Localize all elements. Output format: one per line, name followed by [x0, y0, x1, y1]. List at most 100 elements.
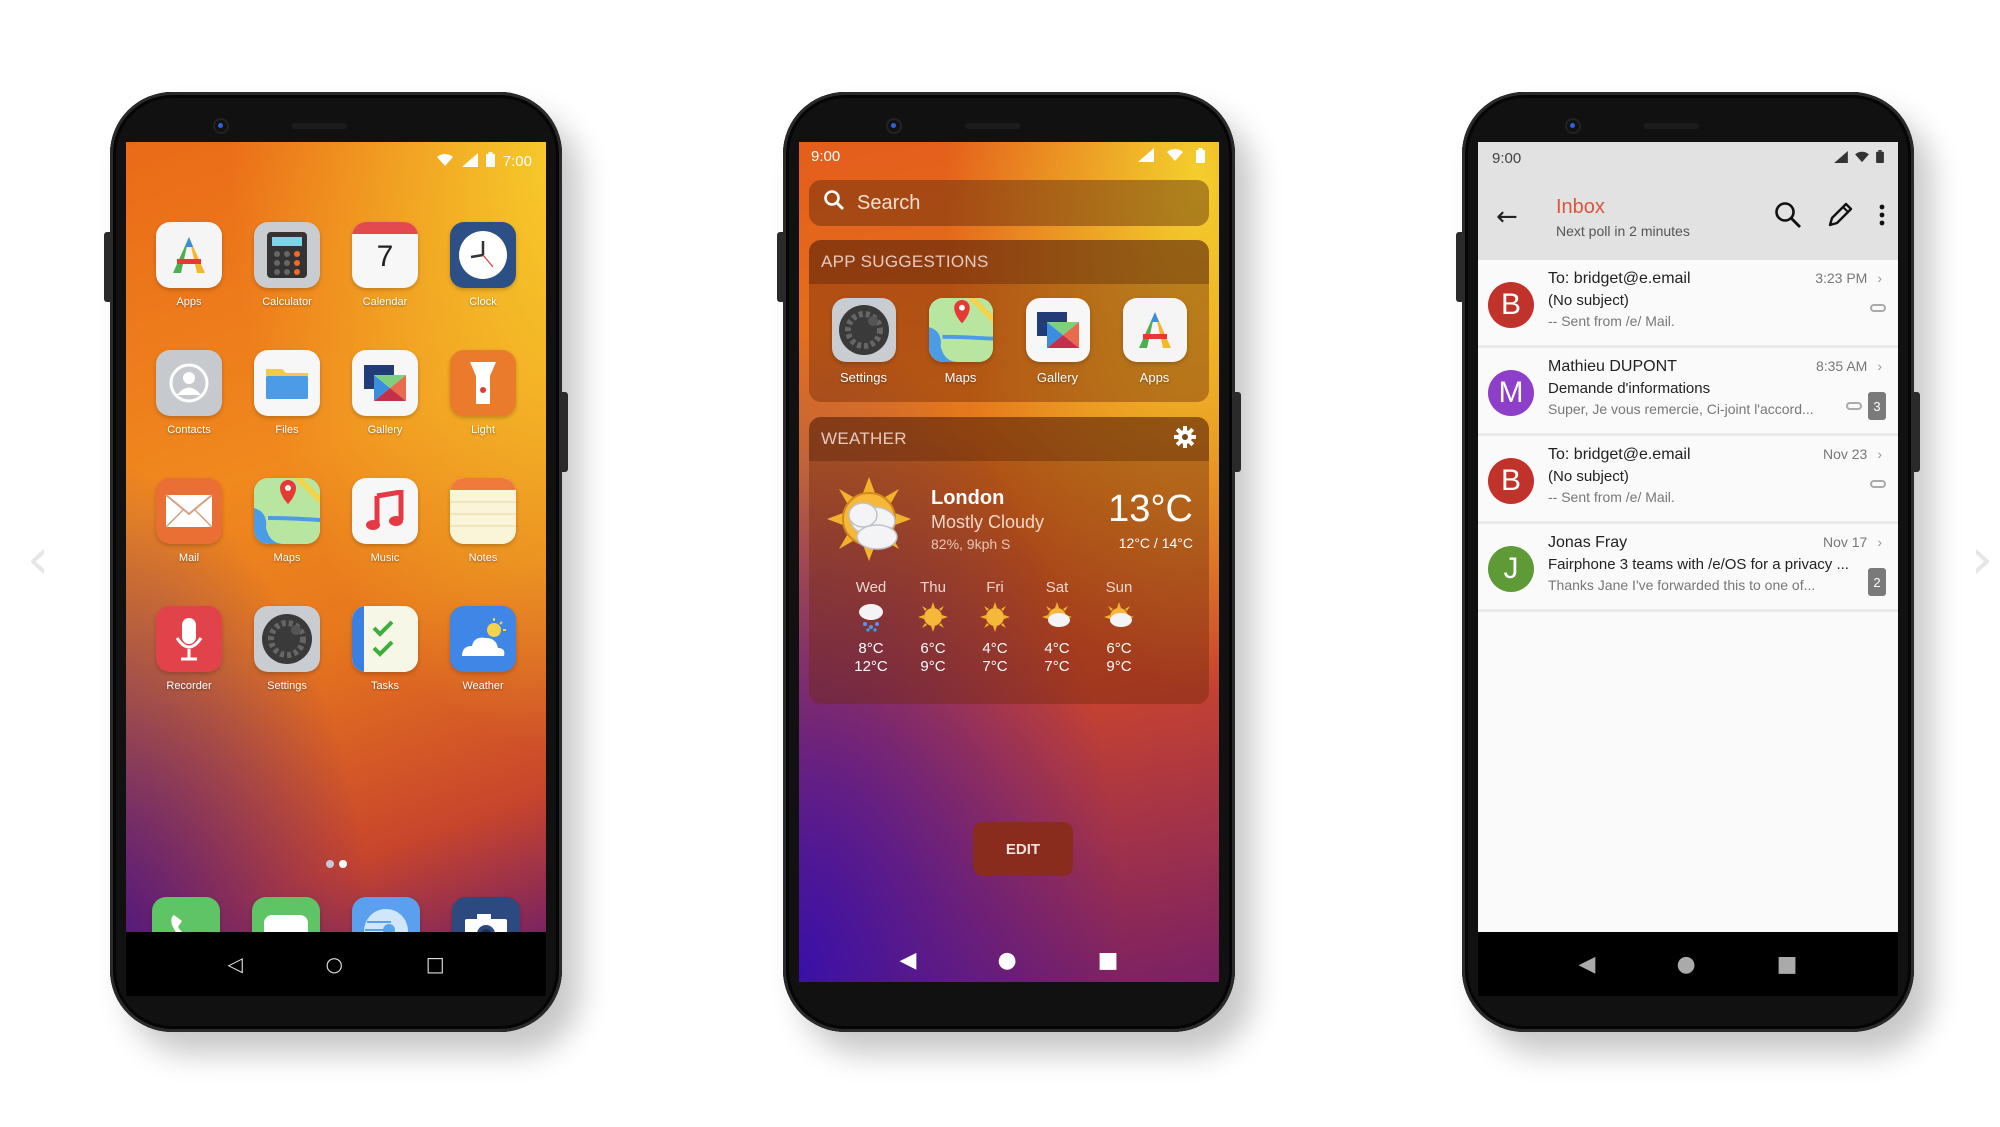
edit-button[interactable]: EDIT [973, 822, 1073, 876]
page-dot[interactable] [338, 860, 347, 868]
message-flags: 3 [1846, 392, 1886, 420]
app-label: Light [471, 424, 495, 436]
microphone-icon [156, 606, 222, 672]
weather-humidity-wind: 82%, 9kph S [931, 535, 1011, 552]
app-weather[interactable]: Weather [434, 606, 532, 692]
message-sender: To: bridget@e.email [1548, 270, 1691, 287]
app-tasks[interactable]: Tasks [336, 606, 434, 692]
signal-icon [1138, 148, 1154, 167]
message-date: Nov 23 [1822, 446, 1868, 462]
navigation-bar: ◀ ● ■ [799, 928, 1219, 982]
search-input[interactable]: Search [809, 180, 1209, 226]
app-label: Gallery [367, 424, 403, 436]
app-clock[interactable]: Clock [434, 222, 532, 308]
home-button[interactable]: ○ [326, 952, 343, 976]
music-icon [352, 478, 418, 544]
gear-icon[interactable] [1173, 425, 1197, 454]
home-button[interactable]: ● [1676, 952, 1695, 977]
messages-icon [252, 897, 320, 932]
message-date: 8:35 AM [1815, 358, 1868, 374]
app-light[interactable]: Light [434, 350, 532, 436]
app-calendar[interactable]: 7 Calendar [336, 222, 434, 308]
app-gallery[interactable]: Gallery [1025, 298, 1090, 385]
app-apps[interactable]: Apps [1122, 298, 1187, 385]
message-row[interactable]: B To: bridget@e.email 3:23 PM › (No subje… [1478, 260, 1898, 348]
app-browser[interactable] [352, 897, 420, 932]
thread-count-badge: 3 [1868, 392, 1886, 420]
attachment-icon [1870, 480, 1886, 488]
widget-header: APP SUGGESTIONS [809, 240, 1209, 284]
app-mail[interactable]: Mail [140, 478, 238, 564]
message-row[interactable]: B To: bridget@e.email Nov 23 › (No subjec… [1478, 436, 1898, 524]
app-recorder[interactable]: Recorder [140, 606, 238, 692]
thread-count-badge: 2 [1868, 568, 1886, 596]
chevron-right-icon: › [1877, 446, 1882, 462]
forecast-day-label: Thu [920, 579, 946, 596]
recents-button[interactable]: ■ [1098, 948, 1119, 973]
app-maps[interactable]: Maps [238, 478, 336, 564]
recents-button[interactable]: ■ [1777, 952, 1798, 977]
lte-signal-icon [461, 152, 478, 171]
maps-icon [928, 298, 993, 362]
app-label: Calendar [362, 296, 408, 308]
current-weather: London Mostly Cloudy 82%, 9kph S 13°C 12… [809, 461, 1209, 569]
gallery-icon [1025, 298, 1090, 362]
message-date-wrap: 8:35 AM › [1816, 358, 1882, 374]
front-camera [1567, 120, 1579, 132]
back-button[interactable]: ◁ [227, 952, 242, 976]
back-arrow-icon[interactable]: ← [1496, 202, 1548, 232]
calculator-icon [254, 222, 320, 288]
forecast-day: Wed 8°C 12°C [853, 579, 889, 676]
page-dot[interactable] [325, 860, 334, 868]
back-button[interactable]: ◀ [1579, 952, 1596, 977]
app-label: Apps [176, 296, 202, 308]
app-notes[interactable]: Notes [434, 478, 532, 564]
forecast-day-label: Wed [855, 579, 887, 596]
avatar: B [1488, 458, 1534, 504]
app-files[interactable]: Files [238, 350, 336, 436]
forecast-low: 6°C [920, 640, 946, 657]
app-settings[interactable]: Settings [238, 606, 336, 692]
home-button[interactable]: ● [997, 948, 1016, 973]
carousel-prev-button[interactable]: ‹ [18, 532, 58, 588]
navigation-bar: ◀ ● ■ [1478, 932, 1898, 996]
app-settings[interactable]: Settings [831, 298, 896, 385]
message-row[interactable]: J Jonas Fray Nov 17 › Fairphone 3 teams w… [1478, 524, 1898, 612]
message-date-wrap: 3:23 PM › [1815, 270, 1882, 286]
settings-icon [254, 606, 320, 672]
back-button[interactable]: ◀ [900, 948, 917, 973]
app-label: Contacts [167, 424, 211, 436]
forecast-day: Fri 4°C 7°C [977, 579, 1013, 676]
current-temperature: 13°C [1108, 487, 1193, 530]
app-maps[interactable]: Maps [928, 298, 993, 385]
suggested-apps: Settings Maps Gallery Apps [809, 284, 1209, 397]
message-date-wrap: Nov 23 › [1823, 446, 1882, 462]
app-gallery[interactable]: Gallery [336, 350, 434, 436]
search-icon[interactable] [1774, 201, 1802, 234]
earpiece [1644, 123, 1699, 129]
app-camera[interactable] [452, 897, 520, 932]
app-messages[interactable] [252, 897, 320, 932]
carousel-next-button[interactable]: › [1962, 532, 2000, 588]
app-calculator[interactable]: Calculator [238, 222, 336, 308]
app-apps[interactable]: Apps [140, 222, 238, 308]
recents-button[interactable]: □ [426, 952, 445, 976]
app-music[interactable]: Music [336, 478, 434, 564]
compose-pencil-icon[interactable] [1826, 201, 1854, 234]
message-content: Mathieu DUPONT 8:35 AM › Demande d'inform… [1548, 358, 1886, 417]
search-icon [823, 189, 845, 217]
app-label: Notes [468, 552, 498, 564]
message-sender: Jonas Fray [1548, 534, 1628, 551]
app-phone[interactable] [152, 897, 220, 932]
status-bar: 9:00 [1492, 150, 1884, 167]
signal-icon [1834, 150, 1848, 167]
chevron-right-icon: › [1877, 534, 1882, 550]
forecast-high: 7°C [982, 658, 1008, 675]
app-contacts[interactable]: Contacts [140, 350, 238, 436]
message-preview: Super, Je vous remercie, Ci-joint l'acco… [1548, 401, 1814, 417]
phone-home-screen: 7:00 Apps Calculator 7 Calendar Clock Contact… [104, 92, 568, 1032]
message-row[interactable]: M Mathieu DUPONT 8:35 AM › Demande d'info… [1478, 348, 1898, 436]
more-options-icon[interactable] [1878, 203, 1886, 232]
avatar: B [1488, 282, 1534, 328]
message-sender: To: bridget@e.email [1548, 446, 1691, 463]
